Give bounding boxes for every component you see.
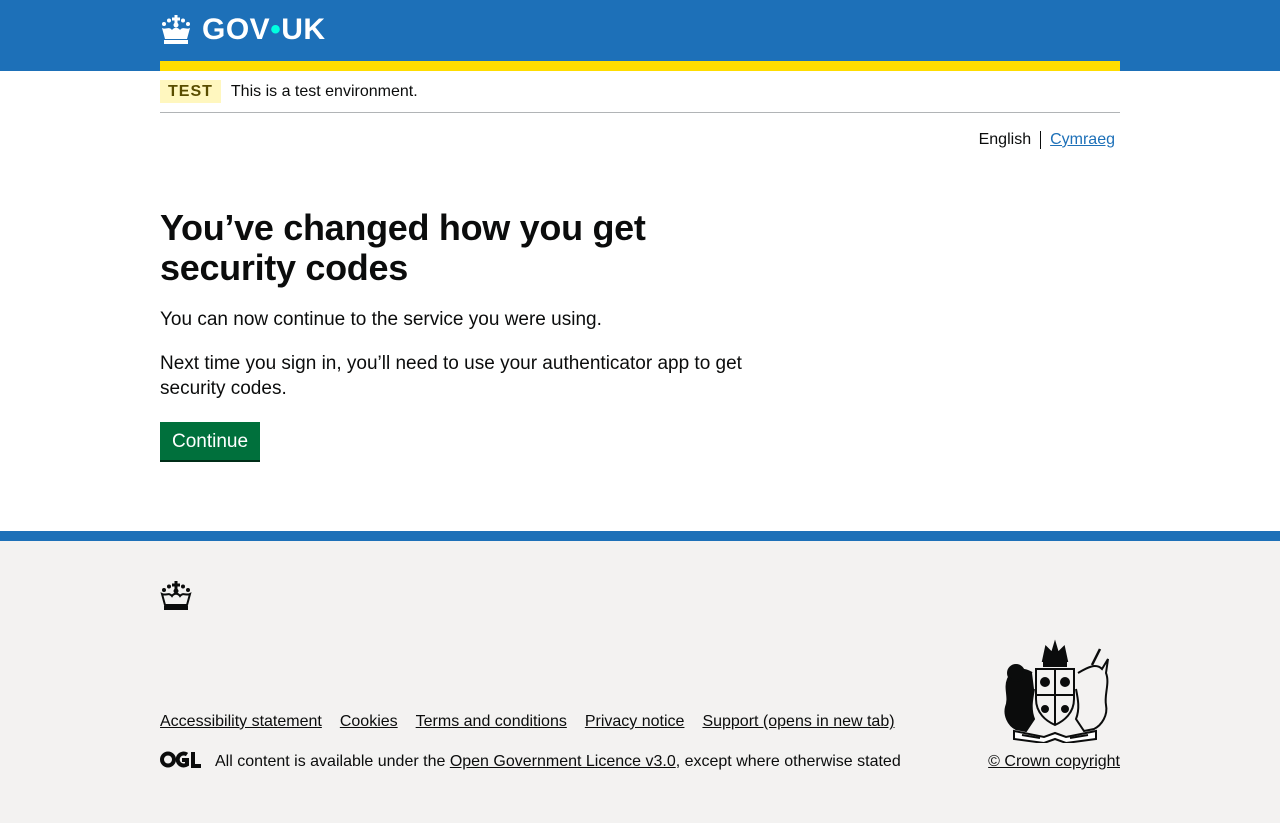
language-link-welsh[interactable]: Cymraeg: [1050, 131, 1115, 149]
phase-banner: TEST This is a test environment.: [160, 71, 1120, 113]
crown-copyright-link[interactable]: © Crown copyright: [988, 753, 1120, 771]
royal-coat-of-arms-icon: [996, 639, 1114, 748]
licence-link[interactable]: Open Government Licence v3.0: [450, 753, 676, 771]
licence-suffix: , except where otherwise stated: [675, 753, 901, 770]
govuk-wordmark: GOV•UK: [202, 13, 326, 46]
language-toggle: English Cymraeg: [979, 131, 1115, 149]
language-divider: [1040, 131, 1042, 149]
govuk-logo-link[interactable]: GOV•UK: [160, 12, 326, 48]
footer-link-privacy[interactable]: Privacy notice: [585, 713, 685, 731]
continue-button[interactable]: Continue: [160, 422, 261, 460]
footer-link-cookies[interactable]: Cookies: [340, 713, 398, 731]
ogl-logo: [160, 751, 201, 773]
body-paragraph-1: You can now continue to the service you …: [160, 309, 602, 330]
body-paragraph-2: Next time you sign in, you’ll need to us…: [160, 353, 742, 399]
footer-links: Accessibility statement Cookies Terms an…: [160, 713, 913, 731]
footer-link-support[interactable]: Support (opens in new tab): [702, 713, 894, 731]
phase-tag: TEST: [160, 80, 221, 103]
crown-icon: [160, 581, 192, 616]
site-header: GOV•UK: [0, 0, 1280, 71]
licence-statement: All content is available under the Open …: [160, 751, 901, 773]
header-accent-bar: [160, 61, 1120, 71]
site-footer: Accessibility statement Cookies Terms an…: [0, 531, 1280, 823]
footer-link-terms[interactable]: Terms and conditions: [416, 713, 567, 731]
language-current: English: [978, 131, 1032, 148]
page-title: You’ve changed how you get security code…: [160, 207, 646, 288]
phase-text: This is a test environment.: [230, 82, 418, 100]
footer-link-accessibility[interactable]: Accessibility statement: [160, 713, 322, 731]
main-content: English Cymraeg You’ve changed how you g…: [0, 113, 1280, 531]
crown-icon: [160, 15, 192, 45]
licence-prefix: All content is available under the: [215, 753, 450, 770]
